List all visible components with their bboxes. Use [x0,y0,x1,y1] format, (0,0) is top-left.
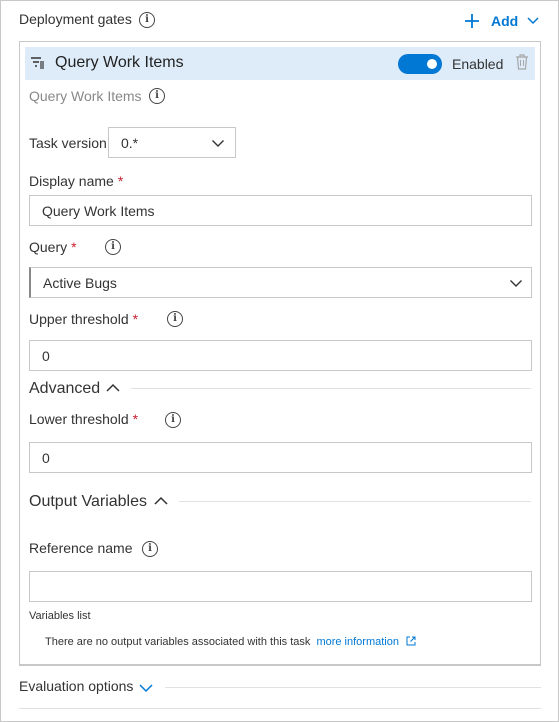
lower-threshold-input[interactable]: 0 [29,442,532,473]
chevron-up-icon[interactable] [105,383,121,393]
info-icon[interactable]: i [167,311,183,327]
query-label: Query * [29,239,77,255]
display-name-label: Display name * [29,173,124,189]
query-select[interactable]: Active Bugs [29,267,532,298]
evaluation-options-label[interactable]: Evaluation options [19,678,133,694]
external-link-icon[interactable] [406,636,416,646]
info-icon[interactable]: i [142,541,158,557]
chevron-down-icon [510,280,522,287]
display-name-value: Query Work Items [42,202,155,219]
display-name-text: Display name [29,173,114,189]
chevron-down-icon[interactable] [138,683,154,693]
trash-icon[interactable] [515,54,529,70]
add-button[interactable]: Add [463,9,543,33]
task-version-value: 0.* [121,134,139,151]
upper-threshold-text: Upper threshold [29,311,129,327]
query-value: Active Bugs [43,274,117,291]
upper-threshold-label: Upper threshold * [29,311,139,327]
task-version-label: Task version [29,135,107,151]
chevron-up-icon[interactable] [153,496,169,506]
gate-subtitle: Query Work Items [29,88,142,104]
reference-name-label: Reference name [29,540,133,556]
toggle-label: Enabled [452,56,504,72]
enabled-toggle[interactable] [398,54,442,74]
display-name-input[interactable]: Query Work Items [29,195,532,226]
query-text: Query [29,239,68,255]
reference-name-input[interactable] [29,571,532,602]
divider [19,665,541,666]
toggle-knob [427,59,437,69]
info-icon[interactable]: i [139,12,155,28]
chevron-down-icon [212,140,224,147]
variables-list-label: Variables list [29,610,91,622]
divider [179,501,531,502]
info-icon[interactable]: i [149,88,165,104]
section-title: Deployment gates [19,11,132,27]
lower-threshold-value: 0 [42,449,50,466]
lower-threshold-label: Lower threshold * [29,411,139,427]
deployment-gates-panel: Deployment gates i Add Query Work Items … [0,0,559,722]
advanced-label[interactable]: Advanced [29,380,100,398]
divider [19,708,541,709]
divider [131,388,531,389]
chevron-down-icon [527,17,539,25]
output-variables-label[interactable]: Output Variables [29,493,147,511]
upper-threshold-input[interactable]: 0 [29,340,532,371]
no-variables-message: There are no output variables associated… [45,636,416,648]
info-icon[interactable]: i [165,412,181,428]
add-label: Add [491,13,519,29]
lower-threshold-text: Lower threshold [29,411,129,427]
info-icon[interactable]: i [105,239,121,255]
divider [165,687,541,688]
no-variables-text: There are no output variables associated… [45,636,311,648]
query-task-icon [31,57,44,69]
upper-threshold-value: 0 [42,347,50,364]
more-information-link[interactable]: more information [316,636,399,648]
task-version-select[interactable]: 0.* [108,127,236,158]
gate-title: Query Work Items [55,54,184,71]
plus-icon [465,14,479,28]
